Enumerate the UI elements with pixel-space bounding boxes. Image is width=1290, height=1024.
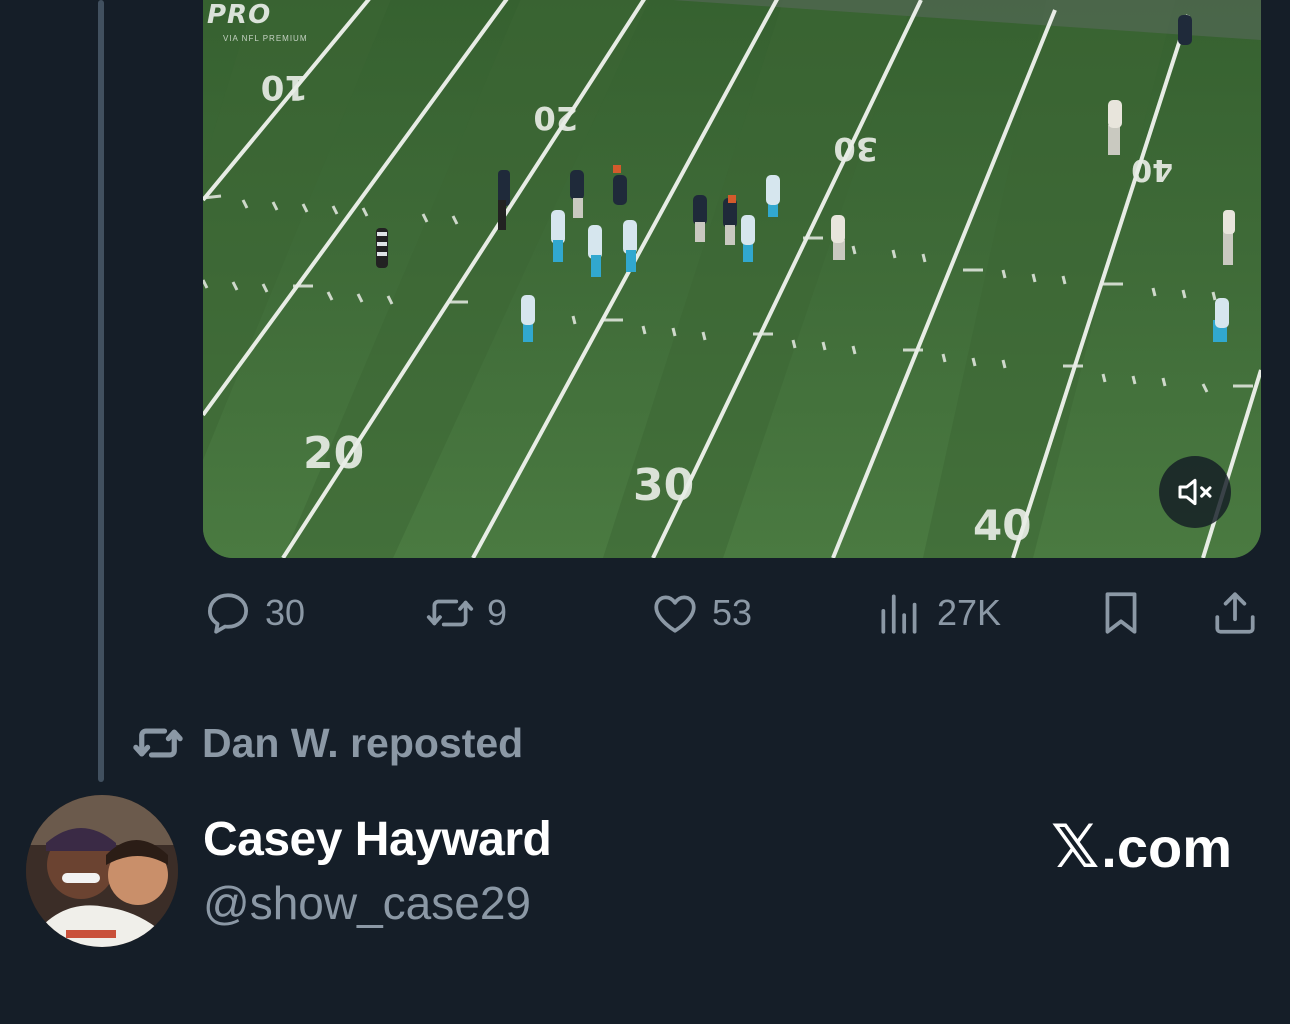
repost-icon xyxy=(426,599,474,627)
video-watermark-subtitle: VIA NFL PREMIUM xyxy=(223,34,308,43)
views-chart-icon xyxy=(881,594,917,634)
yard-number: 30 xyxy=(833,130,878,168)
screen: 10 20 30 20 30 40 40 PRO VIA NFL PREMIUM… xyxy=(0,0,1290,1024)
repost-banner-text: Dan W. reposted xyxy=(202,719,524,766)
share-button[interactable] xyxy=(1210,585,1260,641)
avatar-photo xyxy=(26,795,178,947)
author-handle[interactable]: @show_case29 xyxy=(203,876,531,930)
reply-icon xyxy=(208,593,248,634)
x-com-logo: 𝕏 .com xyxy=(1051,812,1232,882)
repost-banner[interactable]: Dan W. reposted xyxy=(132,718,523,768)
yard-number: 20 xyxy=(533,99,578,137)
bookmark-icon xyxy=(1105,592,1137,634)
like-button[interactable]: 53 xyxy=(650,585,752,641)
bookmark-button[interactable] xyxy=(1096,585,1146,641)
mute-button[interactable] xyxy=(1159,456,1231,528)
tweet-action-bar: 30 9 53 27K xyxy=(203,585,1263,641)
reply-button[interactable]: 30 xyxy=(203,585,305,641)
video-watermark: PRO xyxy=(207,0,272,30)
views-button[interactable]: 27K xyxy=(875,585,1001,641)
yard-number: 40 xyxy=(1131,152,1173,187)
view-count: 27K xyxy=(937,592,1002,633)
football-field-video-frame: 10 20 30 20 30 40 40 xyxy=(203,0,1261,558)
share-icon xyxy=(1215,592,1255,634)
video-player[interactable]: 10 20 30 20 30 40 40 PRO VIA NFL PREMIUM xyxy=(203,0,1261,558)
yard-number: 30 xyxy=(633,460,694,511)
repost-count: 9 xyxy=(487,592,508,633)
repost-button[interactable]: 9 xyxy=(425,585,507,641)
reply-count: 30 xyxy=(265,592,306,633)
author-name[interactable]: Casey Hayward xyxy=(203,812,552,867)
repost-icon xyxy=(133,728,183,758)
like-count: 53 xyxy=(712,592,753,633)
yard-number: 40 xyxy=(973,501,1031,550)
heart-icon xyxy=(654,595,696,633)
x-logo-icon: 𝕏 xyxy=(1050,812,1100,882)
yard-number: 10 xyxy=(261,67,308,107)
speaker-muted-icon xyxy=(1178,478,1212,506)
brand-domain: .com xyxy=(1101,815,1232,879)
thread-line xyxy=(98,0,104,782)
yard-number: 20 xyxy=(303,428,364,479)
avatar[interactable] xyxy=(26,795,178,947)
